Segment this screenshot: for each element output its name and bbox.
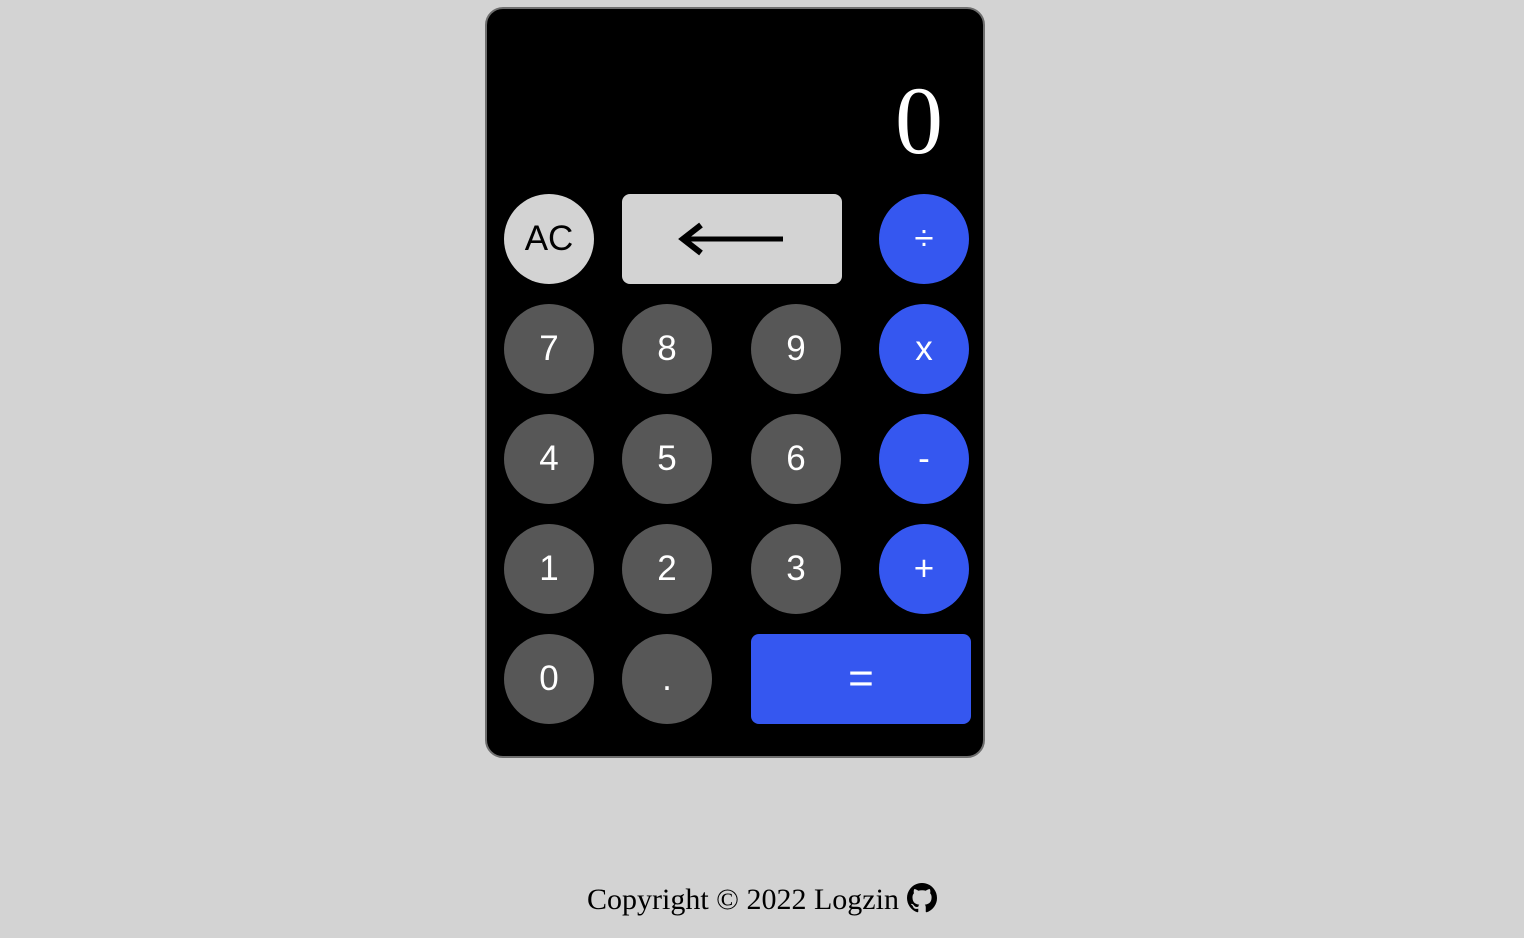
clear-button[interactable]: AC: [504, 194, 594, 284]
equals-button[interactable]: =: [751, 634, 971, 724]
digit-5-button[interactable]: 5: [622, 414, 712, 504]
display: 0: [895, 71, 943, 171]
arrow-left-icon: [678, 222, 783, 256]
digit-2-button[interactable]: 2: [622, 524, 712, 614]
decimal-button[interactable]: .: [622, 634, 712, 724]
calculator: 0 AC ÷ 7 8 9 x 4 5 6 - 1 2 3 + 0 . =: [485, 7, 985, 758]
add-button[interactable]: +: [879, 524, 969, 614]
digit-9-button[interactable]: 9: [751, 304, 841, 394]
subtract-button[interactable]: -: [879, 414, 969, 504]
copyright-text: Copyright © 2022 Logzin: [587, 883, 899, 916]
multiply-button[interactable]: x: [879, 304, 969, 394]
digit-8-button[interactable]: 8: [622, 304, 712, 394]
divide-button[interactable]: ÷: [879, 194, 969, 284]
digit-3-button[interactable]: 3: [751, 524, 841, 614]
digit-1-button[interactable]: 1: [504, 524, 594, 614]
digit-0-button[interactable]: 0: [504, 634, 594, 724]
backspace-button[interactable]: [622, 194, 842, 284]
digit-4-button[interactable]: 4: [504, 414, 594, 504]
digit-6-button[interactable]: 6: [751, 414, 841, 504]
footer: Copyright © 2022 Logzin: [0, 880, 1524, 920]
digit-7-button[interactable]: 7: [504, 304, 594, 394]
github-icon[interactable]: [906, 883, 937, 913]
